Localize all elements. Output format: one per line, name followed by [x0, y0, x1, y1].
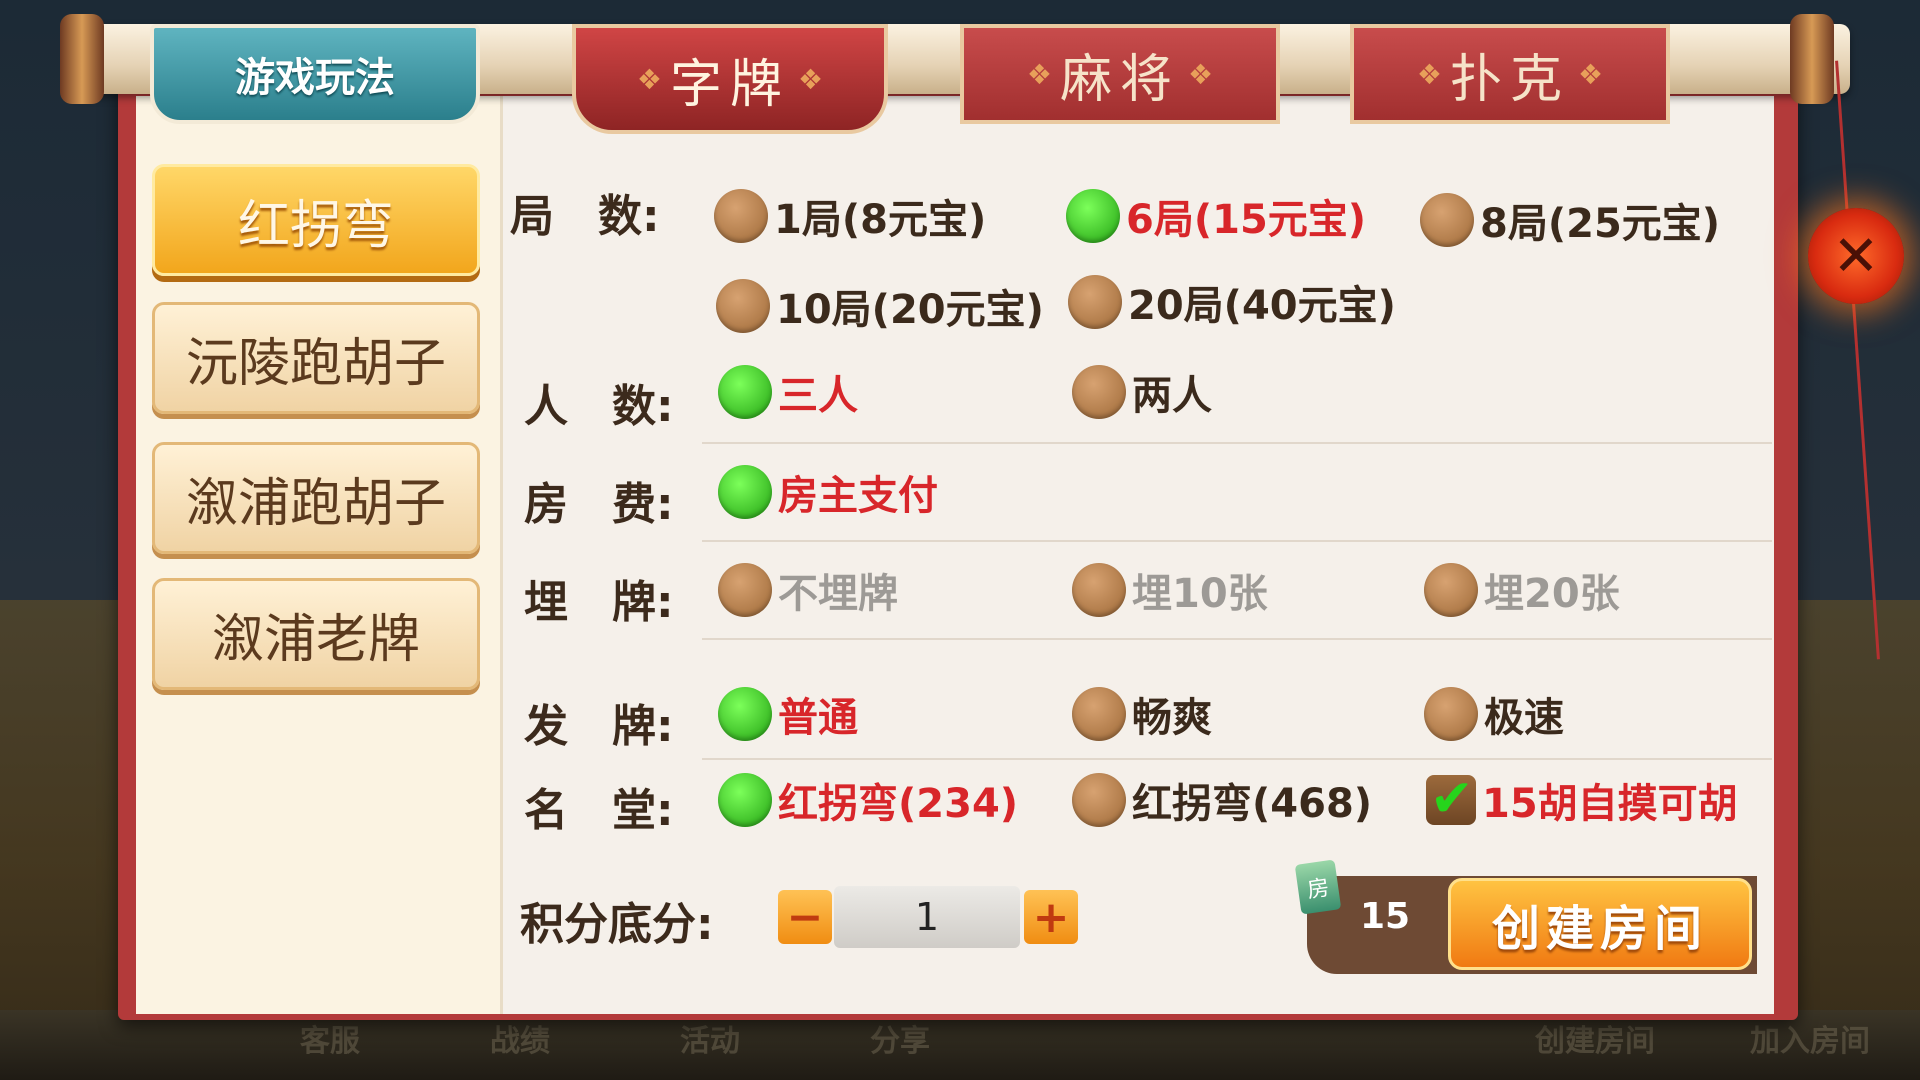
- option-label: 不埋牌: [778, 571, 898, 617]
- room-card-icon: 房: [1294, 859, 1342, 915]
- option-label: 6局(15元宝): [1126, 197, 1367, 243]
- option-label: 8局(25元宝): [1480, 201, 1721, 247]
- radio-off-icon: [1420, 193, 1474, 247]
- divider: [702, 540, 1772, 542]
- room-card-count: 15: [1360, 896, 1411, 937]
- rounds-option-20[interactable]: 20局(40元宝): [1068, 272, 1396, 332]
- rounds-option-6[interactable]: 6局(15元宝): [1066, 186, 1366, 246]
- rounds-option-10[interactable]: 10局(20元宝): [716, 276, 1044, 336]
- radio-on-icon: [718, 687, 772, 741]
- mingtang-option-234[interactable]: 红拐弯(234): [718, 770, 1018, 830]
- radio-on-icon: [718, 465, 772, 519]
- option-label: 红拐弯(468): [1132, 781, 1373, 827]
- option-label: 房主支付: [778, 473, 938, 519]
- rounds-label: 局 数:: [510, 191, 660, 242]
- deal-option-normal[interactable]: 普通: [718, 684, 858, 744]
- tab-ornament-icon: ❖: [636, 62, 662, 96]
- radio-off-icon: [1424, 563, 1478, 617]
- players-option-two[interactable]: 两人: [1072, 362, 1212, 422]
- mingtang-label: 名 堂:: [524, 785, 674, 836]
- radio-off-icon: [718, 563, 772, 617]
- radio-on-icon: [718, 773, 772, 827]
- option-label: 1局(8元宝): [774, 197, 987, 243]
- bury-label: 埋 牌:: [524, 577, 674, 628]
- tab-majiang-label: 麻将: [1059, 49, 1180, 110]
- sidebar-item-xupu-paohuzi[interactable]: 溆浦跑胡子: [152, 442, 480, 554]
- deal-option-fast[interactable]: 极速: [1424, 684, 1564, 744]
- option-label: 三人: [778, 373, 858, 419]
- deal-label: 发 牌:: [524, 701, 674, 752]
- option-label: 20局(40元宝): [1128, 283, 1396, 329]
- option-label: 埋20张: [1484, 571, 1620, 617]
- players-option-three[interactable]: 三人: [718, 362, 858, 422]
- deal-option-smooth[interactable]: 畅爽: [1072, 684, 1212, 744]
- option-label: 红拐弯(234): [778, 781, 1019, 827]
- option-label: 极速: [1484, 695, 1564, 741]
- bg-service-label: 客服: [300, 1024, 360, 1059]
- option-label: 畅爽: [1132, 695, 1212, 741]
- radio-off-icon: [1072, 773, 1126, 827]
- scroll-roll-left: [60, 14, 104, 104]
- radio-off-icon: [716, 279, 770, 333]
- radio-off-icon: [1068, 275, 1122, 329]
- players-label: 人 数:: [524, 381, 674, 432]
- sidebar-item-yuanling[interactable]: 沅陵跑胡子: [152, 302, 480, 414]
- option-label: 埋10张: [1132, 571, 1268, 617]
- divider: [702, 758, 1772, 760]
- tab-ornament-icon: ❖: [1026, 57, 1052, 91]
- radio-on-icon: [1066, 189, 1120, 243]
- radio-on-icon: [718, 365, 772, 419]
- decrement-button[interactable]: −: [778, 890, 832, 944]
- option-label: 10局(20元宝): [776, 287, 1044, 333]
- rounds-option-1[interactable]: 1局(8元宝): [714, 186, 986, 246]
- radio-off-icon: [714, 189, 768, 243]
- background-bottom-bar: 客服 战绩 活动 分享 创建房间 加入房间: [0, 1010, 1920, 1080]
- rounds-option-8[interactable]: 8局(25元宝): [1420, 190, 1720, 250]
- radio-off-icon: [1424, 687, 1478, 741]
- base-score-value[interactable]: 1: [834, 886, 1020, 948]
- option-label: 两人: [1132, 373, 1212, 419]
- bury-option-10[interactable]: 埋10张: [1072, 560, 1268, 620]
- tab-ornament-icon: ❖: [798, 62, 824, 96]
- mingtang-checkbox-15hu[interactable]: ✔ 15胡自摸可胡: [1426, 769, 1738, 830]
- tab-zipai[interactable]: ❖ 字牌 ❖: [572, 24, 888, 134]
- increment-button[interactable]: +: [1024, 890, 1078, 944]
- option-label: 普通: [778, 695, 858, 741]
- create-room-button[interactable]: 创建房间: [1448, 878, 1752, 970]
- option-label: 15胡自摸可胡: [1482, 781, 1738, 827]
- radio-off-icon: [1072, 365, 1126, 419]
- fee-option-owner[interactable]: 房主支付: [718, 462, 938, 522]
- tab-zipai-label: 字牌: [669, 54, 790, 115]
- bg-create-room-label: 创建房间: [1535, 1024, 1655, 1059]
- base-score-label: 积分底分:: [520, 899, 714, 950]
- fee-label: 房 费:: [524, 479, 674, 530]
- radio-off-icon: [1072, 687, 1126, 741]
- bury-option-none[interactable]: 不埋牌: [718, 560, 898, 620]
- close-icon[interactable]: ✕: [1808, 208, 1904, 304]
- divider: [702, 638, 1772, 640]
- tab-ornament-icon: ❖: [1578, 57, 1604, 91]
- bury-option-20[interactable]: 埋20张: [1424, 560, 1620, 620]
- mingtang-option-468[interactable]: 红拐弯(468): [1072, 770, 1372, 830]
- tab-ornament-icon: ❖: [1188, 57, 1214, 91]
- radio-off-icon: [1072, 563, 1126, 617]
- bg-record-label: 战绩: [490, 1024, 550, 1059]
- checkbox-icon: ✔: [1426, 769, 1476, 829]
- bg-share-label: 分享: [870, 1024, 930, 1059]
- divider: [702, 442, 1772, 444]
- bg-activity-label: 活动: [680, 1024, 740, 1059]
- sidebar-item-xupu-laopai[interactable]: 溆浦老牌: [152, 578, 480, 690]
- tab-ornament-icon: ❖: [1416, 57, 1442, 91]
- scroll-roll-right: [1790, 14, 1834, 104]
- lantern-string: [1835, 60, 1880, 660]
- bg-join-room-label: 加入房间: [1750, 1024, 1870, 1059]
- tab-poker-label: 扑克: [1449, 49, 1570, 110]
- tab-poker[interactable]: ❖ 扑克 ❖: [1350, 24, 1670, 124]
- tab-majiang[interactable]: ❖ 麻将 ❖: [960, 24, 1280, 124]
- tab-game-rules: 游戏玩法: [150, 24, 480, 124]
- checkmark-icon: ✔: [1430, 769, 1474, 829]
- sidebar-item-hongguaiwan[interactable]: 红拐弯: [152, 164, 480, 276]
